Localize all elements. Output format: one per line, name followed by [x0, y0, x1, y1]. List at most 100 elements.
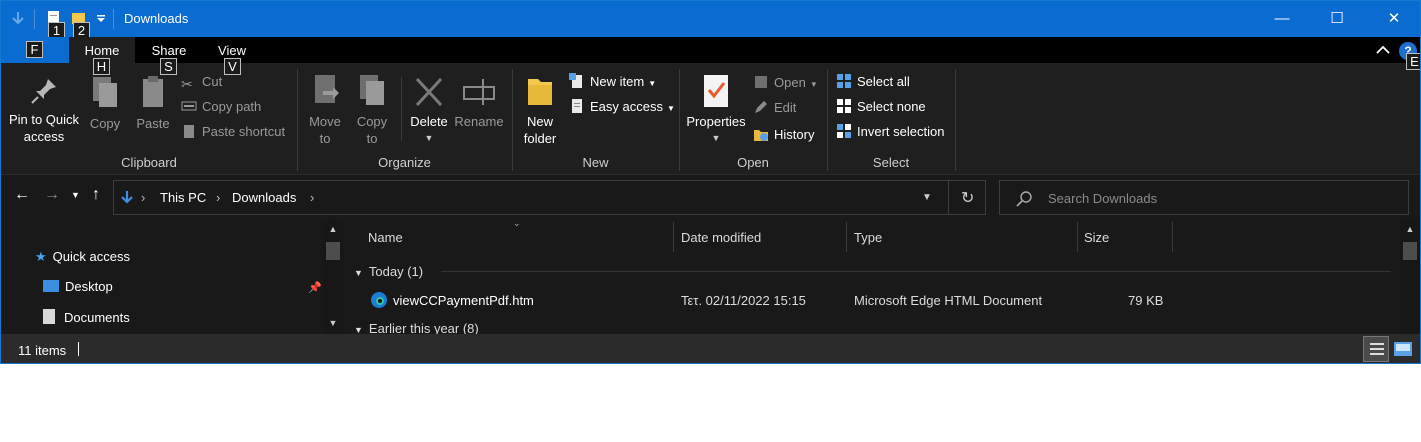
delete-dropdown-arrow-icon[interactable]: ▼ — [407, 130, 451, 147]
easy-access-button[interactable]: Easy access ▼ — [569, 97, 675, 117]
keytip-share: S — [160, 58, 177, 75]
easy-access-label: Easy access — [590, 99, 663, 114]
group-today-label: Today (1) — [368, 264, 424, 279]
file-explorer-window: 1 2 Downloads — ☐ ✕ F Home Share View H … — [0, 0, 1421, 364]
column-separator[interactable] — [673, 222, 674, 252]
content-scroll-thumb[interactable] — [1403, 242, 1417, 260]
large-icons-view-button[interactable] — [1392, 338, 1414, 360]
details-view-icon — [1370, 343, 1384, 355]
move-to-button[interactable]: Move to — [304, 73, 346, 147]
properties-label: Properties — [686, 114, 746, 129]
nav-scroll-thumb[interactable] — [326, 242, 340, 260]
group-divider — [441, 271, 1391, 272]
group-collapse-chevron-icon[interactable]: ▼ — [354, 268, 363, 278]
column-header-name[interactable]: Name — [368, 230, 403, 245]
breadcrumb-chevron-icon: › — [141, 190, 146, 205]
sort-indicator-icon: ⌄ — [513, 218, 521, 228]
copy-button[interactable]: Copy — [87, 75, 123, 132]
paste-icon — [143, 76, 163, 107]
nav-scrollbar[interactable]: ▲ ▼ — [323, 220, 343, 334]
cut-label: Cut — [202, 74, 223, 89]
select-group-label: Select — [872, 155, 910, 170]
recent-locations-chevron-icon[interactable]: ▼ — [71, 190, 80, 200]
properties-dropdown-arrow-icon[interactable]: ▼ — [684, 130, 748, 147]
download-arrow-icon — [12, 12, 24, 25]
collapse-ribbon-chevron-icon[interactable] — [1376, 45, 1390, 55]
nav-documents-label: Documents — [64, 310, 130, 325]
scroll-up-icon[interactable]: ▲ — [1400, 224, 1420, 234]
new-folder-label-2: folder — [523, 131, 557, 146]
open-button[interactable]: Open ▼ — [753, 73, 818, 93]
ribbon-tab-bar: F Home Share View H S V ? E — [1, 37, 1420, 75]
select-all-button[interactable]: Select all — [836, 72, 910, 92]
nav-desktop-label: Desktop — [65, 279, 113, 294]
details-view-button[interactable] — [1363, 336, 1389, 362]
scroll-down-icon[interactable]: ▼ — [323, 318, 343, 328]
column-separator[interactable] — [1172, 222, 1173, 252]
nav-quick-access[interactable]: ★ Quick access — [35, 249, 130, 265]
invert-selection-button[interactable]: Invert selection — [836, 122, 944, 142]
keytip-file: F — [26, 41, 43, 58]
maximize-button[interactable]: ☐ — [1314, 1, 1360, 37]
history-button[interactable]: History — [753, 125, 814, 145]
item-count: 11 items — [18, 343, 67, 358]
properties-check-icon — [704, 75, 728, 107]
properties-button[interactable]: Properties ▼ — [684, 73, 748, 147]
close-button[interactable]: ✕ — [1371, 1, 1417, 37]
paste-shortcut-label: Paste shortcut — [202, 124, 286, 139]
new-item-button[interactable]: New item ▼ — [569, 72, 656, 92]
history-icon — [754, 130, 768, 141]
keytip-view: V — [224, 58, 241, 75]
pin-to-quick-access-button[interactable]: Pin to Quick access — [5, 75, 83, 145]
group-separator — [955, 69, 956, 171]
search-placeholder: Search Downloads — [1048, 191, 1158, 206]
new-group-label: New — [582, 155, 609, 170]
group-header-today[interactable]: ▼ Today (1) — [354, 264, 423, 279]
paste-button[interactable]: Paste — [133, 75, 173, 132]
address-history-chevron-icon[interactable]: ▼ — [922, 192, 932, 203]
column-header-size[interactable]: Size — [1084, 230, 1109, 245]
cut-button[interactable]: ✂ Cut — [181, 72, 222, 92]
select-none-button[interactable]: Select none — [836, 97, 926, 117]
file-date: Τετ. 02/11/2022 15:15 — [681, 293, 806, 308]
refresh-icon[interactable]: ↻ — [961, 188, 974, 208]
open-dropdown-icon: ▼ — [809, 80, 818, 89]
copy-to-icon — [360, 75, 384, 105]
nav-documents[interactable]: Documents — [43, 309, 130, 325]
edit-button[interactable]: Edit — [753, 98, 796, 118]
window-title: Downloads — [124, 11, 189, 26]
copy-path-button[interactable]: Copy path — [181, 97, 261, 117]
rename-button[interactable]: Rename — [453, 75, 505, 130]
file-row[interactable]: viewCCPaymentPdf.htm Τετ. 02/11/2022 15:… — [346, 289, 1396, 313]
content-scrollbar[interactable]: ▲ — [1400, 220, 1420, 334]
move-to-label-2: to — [319, 131, 331, 146]
forward-arrow-icon[interactable]: → — [44, 186, 60, 204]
minimize-button[interactable]: — — [1259, 1, 1305, 37]
rename-icon — [463, 79, 495, 105]
up-arrow-icon[interactable]: ↑ — [92, 186, 100, 204]
pin-icon[interactable]: 📌 — [308, 281, 322, 294]
back-arrow-icon[interactable]: ← — [14, 186, 30, 204]
customize-qa-chevron-icon[interactable] — [96, 14, 106, 24]
column-header-type[interactable]: Type — [854, 230, 882, 245]
column-separator[interactable] — [846, 222, 847, 252]
title-divider — [34, 9, 35, 29]
paste-shortcut-button[interactable]: Paste shortcut — [181, 122, 285, 142]
tab-file[interactable]: F — [1, 37, 69, 63]
open-icon — [755, 76, 767, 88]
search-box[interactable]: Search Downloads — [999, 180, 1409, 215]
delete-button[interactable]: Delete ▼ — [407, 75, 451, 147]
column-separator[interactable] — [1077, 222, 1078, 252]
select-none-label: Select none — [857, 99, 926, 114]
ribbon-home: Pin to Quick access Copy Paste ✂ Cut Copy… — [1, 63, 1420, 175]
nav-desktop[interactable]: Desktop — [43, 279, 113, 294]
breadcrumb-downloads[interactable]: Downloads — [232, 190, 296, 205]
column-header-date[interactable]: Date modified — [681, 230, 761, 245]
file-name: viewCCPaymentPdf.htm — [393, 293, 534, 308]
new-folder-button[interactable]: New folder — [519, 73, 561, 147]
large-icons-view-icon — [1394, 342, 1412, 356]
scroll-up-icon[interactable]: ▲ — [323, 224, 343, 234]
address-bar[interactable]: › This PC › Downloads › ▼ ↻ — [113, 180, 986, 215]
breadcrumb-this-pc[interactable]: This PC — [160, 190, 206, 205]
copy-to-button[interactable]: Copy to — [353, 73, 391, 147]
